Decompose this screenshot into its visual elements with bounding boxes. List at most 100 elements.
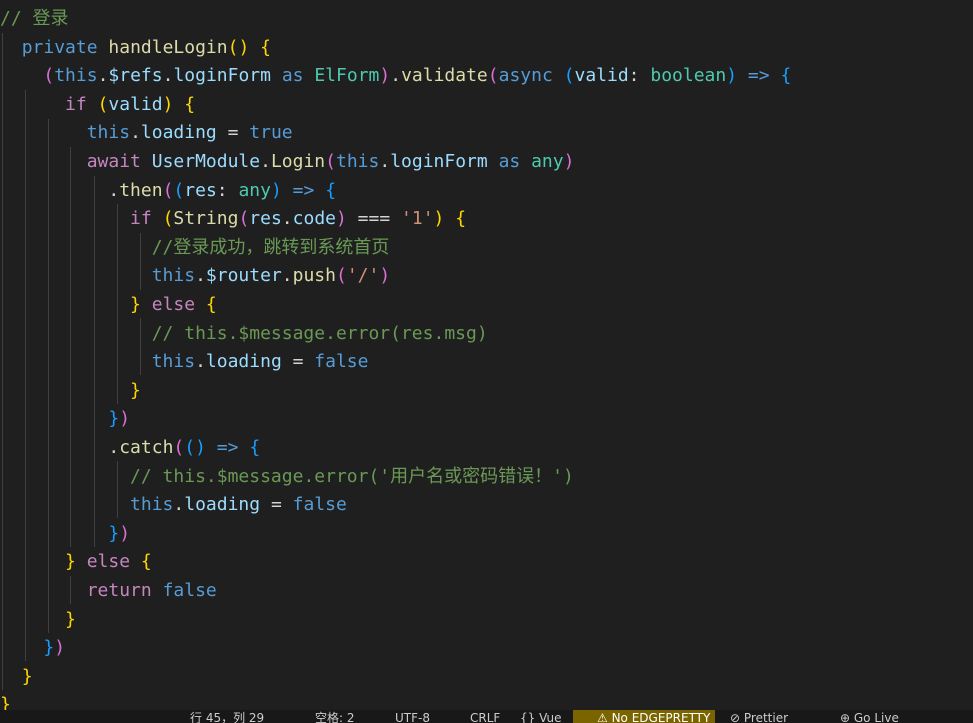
- code-token: .: [390, 65, 402, 87]
- code-token: private: [21, 36, 109, 58]
- code-line: }: [0, 691, 11, 710]
- code-token: UserModule: [151, 151, 261, 172]
- language-mode[interactable]: {} Vue: [520, 711, 561, 723]
- code-token: {: [780, 65, 792, 87]
- code-line: }: [0, 663, 33, 692]
- warning-label: ⚠ No EDGEPRETTY: [597, 711, 711, 723]
- code-token: ): [379, 65, 391, 87]
- code-token: :: [216, 179, 239, 201]
- code-token: false: [162, 580, 217, 601]
- code-line: // 登录: [0, 5, 69, 34]
- code-line: this.loading = true: [0, 119, 293, 148]
- code-token: loading: [140, 122, 217, 144]
- code-token: this: [54, 65, 98, 87]
- code-token: =: [281, 351, 315, 373]
- code-token: handleLogin: [108, 36, 228, 58]
- code-line: // this.$message.error(res.msg): [0, 320, 488, 349]
- code-token: .: [281, 265, 293, 287]
- code-token: ): [162, 93, 174, 115]
- code-token: ): [563, 151, 575, 172]
- code-token: ): [379, 265, 391, 287]
- code-line: (this.$refs.loginForm as ElForm).validat…: [0, 62, 791, 91]
- code-token: (: [184, 437, 196, 458]
- code-line: } else {: [0, 291, 217, 320]
- prettier-status[interactable]: ⊘ Prettier: [730, 711, 788, 723]
- code-token: valid: [108, 93, 163, 115]
- code-token: =>: [747, 65, 770, 87]
- code-token: .: [97, 65, 109, 87]
- code-token: String: [173, 208, 239, 230]
- code-editor[interactable]: // 登录 private handleLogin() { (this.$ref…: [0, 0, 973, 710]
- code-line: if (valid) {: [0, 91, 195, 120]
- code-token: any: [531, 151, 564, 172]
- code-token: ): [270, 179, 282, 201]
- code-line: this.loading = false: [0, 491, 347, 520]
- code-token: =: [216, 122, 250, 144]
- code-token: ): [54, 637, 66, 659]
- code-token: .: [162, 65, 174, 87]
- code-token: .: [173, 494, 185, 516]
- code-token: }: [65, 551, 76, 573]
- code-token: if: [65, 93, 98, 115]
- code-token: validate: [401, 65, 488, 87]
- code-line: // this.$message.error('用户名或密码错误！'): [0, 463, 574, 492]
- code-line: //登录成功，跳转到系统首页: [0, 234, 390, 263]
- code-token: {: [325, 179, 337, 201]
- code-token: (: [563, 65, 575, 87]
- code-token: this: [151, 351, 196, 373]
- code-token: =>: [292, 179, 315, 201]
- code-token: loginForm: [390, 151, 488, 172]
- code-token: {: [140, 551, 152, 573]
- warning-status-item[interactable]: ⚠ No EDGEPRETTY: [573, 710, 715, 723]
- code-token: }: [65, 608, 76, 630]
- code-line: private handleLogin() {: [0, 34, 271, 63]
- encoding-setting[interactable]: UTF-8: [395, 711, 430, 723]
- code-token: ): [726, 65, 738, 87]
- go-live-button[interactable]: ⊕ Go Live: [840, 711, 899, 723]
- code-token: ): [195, 437, 206, 458]
- code-token: $refs: [108, 65, 163, 87]
- code-token: as: [498, 151, 532, 172]
- code-line: return false: [0, 577, 217, 606]
- code-token: res: [184, 179, 217, 201]
- status-bar: 行 45，列 29 空格: 2 UTF-8 CRLF {} Vue ⚠ No E…: [0, 710, 973, 723]
- code-token: $router: [205, 265, 282, 287]
- code-token: :: [628, 65, 651, 87]
- code-token: .: [195, 265, 206, 287]
- code-token: //登录成功，跳转到系统首页: [151, 236, 390, 258]
- cursor-position[interactable]: 行 45，列 29: [190, 711, 264, 723]
- eol-setting[interactable]: CRLF: [470, 711, 500, 723]
- code-token: '/': [346, 265, 380, 287]
- code-token: // this.$message.error(res.msg): [151, 322, 488, 344]
- code-token: code: [292, 208, 336, 230]
- code-token: .: [195, 351, 206, 373]
- code-token: (: [43, 65, 55, 87]
- code-token: .: [260, 151, 271, 172]
- code-token: {: [455, 208, 467, 230]
- code-token: (: [97, 93, 109, 115]
- code-token: .: [379, 151, 391, 172]
- code-token: any: [238, 179, 271, 201]
- code-token: }: [108, 522, 120, 544]
- code-token: (: [162, 208, 174, 230]
- code-token: loading: [184, 494, 261, 516]
- code-token: }: [0, 694, 11, 710]
- code-token: .: [130, 122, 141, 144]
- indentation-setting[interactable]: 空格: 2: [315, 711, 355, 723]
- code-token: true: [249, 122, 293, 144]
- code-token: else: [151, 294, 206, 315]
